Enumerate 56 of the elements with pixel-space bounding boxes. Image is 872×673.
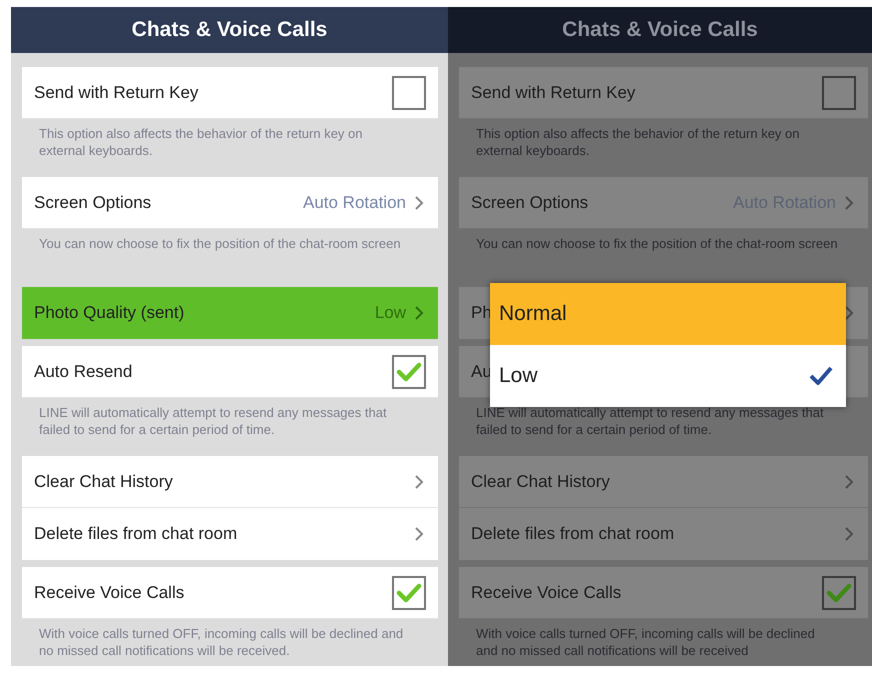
screen-title: Chats & Voice Calls (448, 7, 872, 53)
hint-text: You can now choose to fix the position of the chat-room screen (38, 235, 402, 253)
hint-text: LINE will automatically attempt to resend any messages that failed to send for a certain period of time. (38, 404, 388, 439)
checkbox[interactable] (392, 354, 426, 388)
chevron-icon (414, 474, 424, 490)
checkbox[interactable] (822, 76, 856, 110)
settings-row[interactable]: Auto Resend (22, 346, 438, 398)
settings-row[interactable]: Screen Options Auto Rotation (22, 177, 438, 229)
settings-row[interactable]: Receive Voice Calls (22, 567, 438, 619)
hint-text: This option also affects the behavior of the return key on external keyboards. (38, 125, 364, 160)
hint-text: With voice calls turned OFF, incoming calls will be declined and no missed call notifications will be received (475, 625, 816, 660)
settings-row[interactable]: Receive Voice Calls (459, 567, 868, 619)
row-value: Low (374, 303, 406, 323)
chevron-icon (844, 474, 854, 490)
settings-row[interactable]: Clear Chat History (459, 456, 868, 508)
row-label: Auto Resend (34, 362, 132, 382)
row-label: Send with Return Key (34, 82, 198, 102)
hint-text: This option also affects the behavior of the return key on external keyboards. (475, 125, 801, 160)
row-label: Clear Chat History (34, 472, 173, 492)
checkbox[interactable] (392, 576, 426, 610)
chevron-icon (844, 194, 854, 210)
row-label: Photo Quality (sent) (34, 303, 184, 323)
check-icon (396, 582, 422, 604)
chevron-icon (414, 305, 424, 321)
row-value: Auto Rotation (302, 192, 406, 212)
check-icon (396, 360, 422, 382)
option-label: Normal (499, 302, 567, 326)
settings-row[interactable]: Send with Return Key (459, 67, 868, 119)
row-label: Delete files from chat room (471, 524, 674, 544)
settings-row[interactable]: Photo Quality (sent) Low (22, 287, 438, 339)
chevron-icon (414, 194, 424, 210)
row-label: Screen Options (34, 192, 152, 212)
row-label: Clear Chat History (471, 472, 610, 492)
chevron-icon (844, 305, 854, 321)
check-icon (808, 365, 834, 387)
row-label: Send with Return Key (471, 82, 636, 102)
option-label: Low (499, 364, 538, 388)
row-label: Receive Voice Calls (34, 582, 184, 602)
settings-row[interactable]: Delete files from chat room (22, 508, 438, 560)
dialog-option[interactable]: Normal (490, 283, 846, 345)
row-label: Screen Options (471, 192, 588, 212)
settings-row[interactable]: Clear Chat History (22, 456, 438, 508)
hint-text: LINE will automatically attempt to resend any messages that failed to send for a certain period of time. (475, 404, 825, 439)
checkbox[interactable] (392, 76, 426, 110)
hint-text: You can now choose to fix the position of the chat-room screen (475, 235, 839, 253)
screen-title: Chats & Voice Calls (11, 7, 448, 53)
settings-row[interactable]: Delete files from chat room (459, 508, 868, 560)
chevron-icon (414, 526, 424, 542)
hint-text: With voice calls turned OFF, incoming calls will be declined and no missed call notifications will be received. (38, 625, 404, 660)
chevron-icon (844, 526, 854, 542)
check-icon (826, 582, 852, 604)
checkbox[interactable] (822, 576, 856, 610)
row-label: Receive Voice Calls (471, 582, 622, 602)
dialog-option[interactable]: Low (490, 345, 846, 407)
row-label: Delete files from chat room (34, 524, 238, 544)
settings-row[interactable]: Send with Return Key (22, 67, 438, 119)
